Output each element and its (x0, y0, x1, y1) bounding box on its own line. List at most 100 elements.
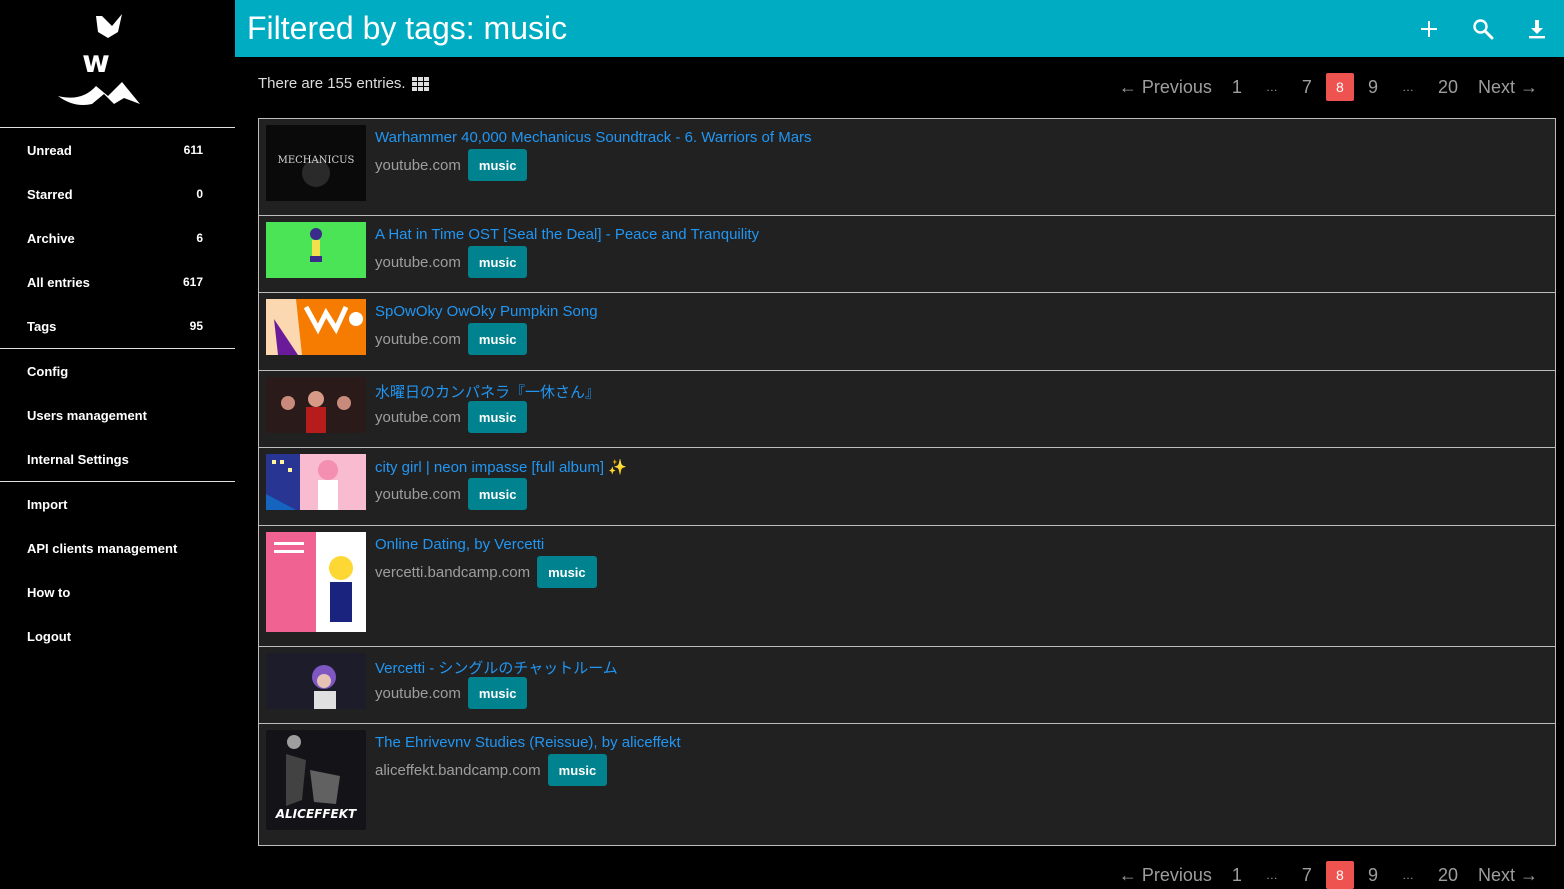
download-icon[interactable] (1510, 0, 1564, 57)
entry-thumbnail[interactable] (266, 653, 366, 709)
header-bar: Filtered by tags: music (235, 0, 1564, 57)
pagination-previous[interactable]: ← Previous (1109, 865, 1222, 886)
pagination-page[interactable]: 20 (1428, 77, 1468, 98)
sidebar-item-unread[interactable]: Unread 611 (0, 128, 235, 172)
sidebar-item-count: 0 (196, 187, 203, 201)
wallabag-logo[interactable]: w (52, 12, 144, 108)
sidebar-item-archive[interactable]: Archive 6 (0, 216, 235, 260)
pagination-previous[interactable]: ← Previous (1109, 77, 1222, 98)
entry-title-link[interactable]: city girl | neon impasse [full album] ✨ (375, 458, 627, 476)
entry-domain: youtube.com (375, 156, 461, 174)
list-item: city girl | neon impasse [full album] ✨ … (259, 448, 1555, 526)
sidebar-item-label: Unread (27, 142, 72, 158)
pagination-page[interactable]: 7 (1292, 77, 1322, 98)
pagination-ellipsis: … (1265, 868, 1278, 882)
list-item: MECHANICUS Warhammer 40,000 Mechanicus S… (259, 119, 1555, 216)
search-icon[interactable] (1456, 0, 1510, 57)
sidebar-item-internal-settings[interactable]: Internal Settings (0, 437, 235, 481)
sidebar-item-count: 617 (182, 275, 203, 289)
tag-chip[interactable]: music (547, 754, 608, 786)
pagination-top: ← Previous 1 … 7 8 9 … 20 Next → (1109, 73, 1548, 101)
tag-chip[interactable]: music (467, 478, 528, 510)
sidebar-item-label: Logout (27, 628, 72, 644)
sidebar-item-count: 6 (196, 231, 203, 245)
entry-thumbnail[interactable]: ALICEFFEKT (266, 730, 366, 830)
thumbnail-text: ALICEFFEKT (275, 807, 357, 821)
entry-thumbnail[interactable] (266, 377, 366, 433)
grid-view-icon[interactable] (411, 76, 429, 91)
sidebar-item-how-to[interactable]: How to (0, 570, 235, 614)
entry-domain: youtube.com (375, 408, 461, 426)
list-item: 水曜日のカンパネラ『一休さん』 youtube.com music (259, 371, 1555, 448)
list-item: A Hat in Time OST [Seal the Deal] - Peac… (259, 216, 1555, 293)
pagination-page[interactable]: 9 (1358, 865, 1388, 886)
entry-thumbnail[interactable] (266, 454, 366, 510)
entries-count-text: There are 155 entries. (258, 75, 406, 92)
entry-title-link[interactable]: 水曜日のカンパネラ『一休さん』 (375, 381, 600, 402)
sidebar-item-import[interactable]: Import (0, 482, 235, 526)
entry-title-link[interactable]: Vercetti - シングルのチャットルーム (375, 657, 618, 678)
sidebar-item-api-clients[interactable]: API clients management (0, 526, 235, 570)
sidebar-item-count: 95 (189, 319, 203, 333)
sidebar-item-label: Archive (27, 230, 75, 246)
add-icon[interactable] (1402, 0, 1456, 57)
entry-domain: vercetti.bandcamp.com (375, 563, 531, 581)
tag-chip[interactable]: music (537, 556, 597, 588)
entry-title-link[interactable]: SpOwOky OwOky Pumpkin Song (375, 303, 598, 320)
entry-domain: youtube.com (375, 253, 461, 271)
entry-meta: aliceffekt.bandcamp.com music (375, 754, 608, 786)
sidebar: w Unread 611 Starred 0 Archive 6 All entrie… (0, 0, 235, 889)
entry-title-link[interactable]: The Ehrivevnv Studies (Reissue), by alic… (375, 734, 681, 751)
sidebar-item-label: API clients management (27, 540, 178, 556)
sidebar-item-label: Starred (27, 186, 73, 202)
entry-meta: vercetti.bandcamp.com music (375, 556, 597, 588)
list-item: SpOwOky OwOky Pumpkin Song youtube.com m… (259, 293, 1555, 371)
entry-thumbnail[interactable]: MECHANICUS (266, 125, 366, 201)
entry-thumbnail[interactable] (266, 299, 366, 355)
pagination-current-page: 8 (1325, 861, 1354, 889)
entry-domain: youtube.com (375, 330, 461, 348)
tag-chip[interactable]: music (467, 246, 528, 278)
sidebar-item-all-entries[interactable]: All entries 617 (0, 260, 235, 304)
pagination-next[interactable]: Next → (1468, 77, 1548, 98)
entry-domain: youtube.com (375, 684, 461, 702)
pagination-page[interactable]: 1 (1222, 865, 1252, 886)
pagination-ellipsis: … (1401, 80, 1414, 94)
list-item: Vercetti - シングルのチャットルーム youtube.com musi… (259, 647, 1555, 724)
pagination-next[interactable]: Next → (1468, 865, 1548, 886)
tag-chip[interactable]: music (467, 401, 528, 433)
sidebar-item-label: How to (27, 584, 71, 600)
pagination-page[interactable]: 1 (1222, 77, 1252, 98)
entry-title-link[interactable]: Warhammer 40,000 Mechanicus Soundtrack -… (375, 129, 812, 146)
entry-meta: youtube.com music (375, 401, 528, 433)
entry-domain: youtube.com (375, 485, 461, 503)
pagination-page[interactable]: 9 (1358, 77, 1388, 98)
sidebar-item-users-management[interactable]: Users management (0, 393, 235, 437)
pagination-bottom: ← Previous 1 … 7 8 9 … 20 Next → (1109, 861, 1548, 889)
sidebar-item-label: Internal Settings (27, 451, 129, 467)
entry-meta: youtube.com music (375, 677, 528, 709)
sidebar-item-starred[interactable]: Starred 0 (0, 172, 235, 216)
entry-title-link[interactable]: Online Dating, by Vercetti (375, 536, 544, 553)
entries-list: MECHANICUS Warhammer 40,000 Mechanicus S… (258, 118, 1556, 846)
sidebar-item-tags[interactable]: Tags 95 (0, 304, 235, 348)
tag-chip[interactable]: music (467, 677, 528, 709)
pagination-current-page: 8 (1325, 73, 1354, 101)
pagination-page[interactable]: 20 (1428, 865, 1468, 886)
entry-thumbnail[interactable] (266, 222, 366, 278)
entry-meta: youtube.com music (375, 478, 528, 510)
entry-title-link[interactable]: A Hat in Time OST [Seal the Deal] - Peac… (375, 226, 759, 243)
entry-meta: youtube.com music (375, 246, 528, 278)
pagination-page[interactable]: 7 (1292, 865, 1322, 886)
tag-chip[interactable]: music (467, 149, 528, 181)
sidebar-item-config[interactable]: Config (0, 349, 235, 393)
sidebar-item-label: Config (27, 363, 69, 379)
entry-meta: youtube.com music (375, 323, 528, 355)
thumbnail-text: MECHANICUS (278, 155, 355, 166)
entry-thumbnail[interactable] (266, 532, 366, 632)
svg-text:w: w (82, 45, 110, 80)
sidebar-item-label: Users management (27, 407, 147, 423)
sidebar-item-logout[interactable]: Logout (0, 614, 235, 658)
list-item: ALICEFFEKT The Ehrivevnv Studies (Reissu… (259, 724, 1555, 845)
tag-chip[interactable]: music (467, 323, 528, 355)
